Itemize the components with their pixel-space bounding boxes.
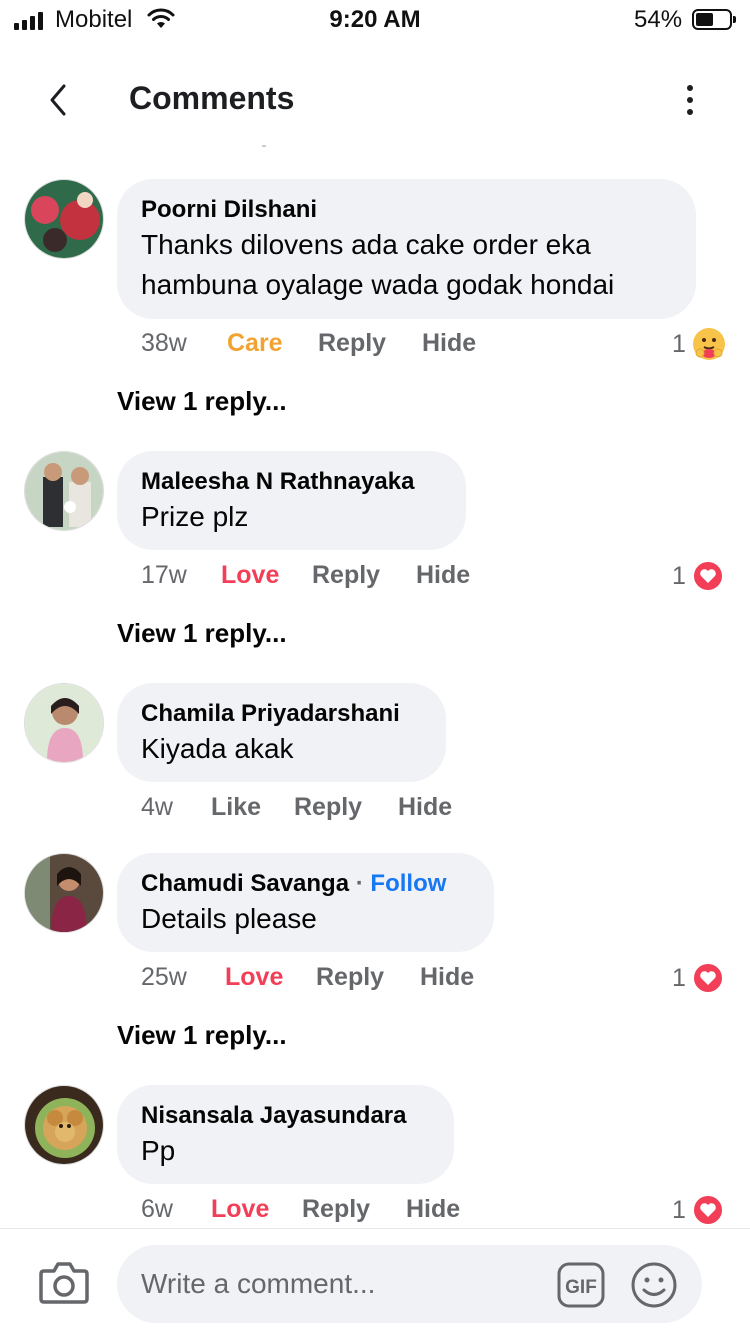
comment-text: Details please [141, 903, 317, 934]
reaction-summary[interactable]: 1 [672, 1193, 724, 1227]
chevron-left-icon [50, 84, 66, 116]
battery-percent: 54% [634, 6, 683, 33]
react-button[interactable]: Love [221, 561, 279, 590]
react-button[interactable]: Love [225, 963, 283, 992]
care-emoji-icon [692, 328, 725, 360]
reply-button[interactable]: Reply [294, 793, 362, 822]
hide-button[interactable]: Hide [398, 793, 452, 822]
comment-author[interactable]: Poorni Dilshani [141, 195, 672, 225]
reply-button[interactable]: Reply [316, 963, 384, 992]
react-button[interactable]: Care [227, 329, 283, 358]
comment-author[interactable]: Maleesha N Rathnayaka [141, 467, 442, 497]
camera-icon[interactable] [38, 1259, 90, 1305]
more-vertical-icon [687, 85, 693, 91]
svg-text:GIF: GIF [565, 1277, 597, 1298]
comment-time: 17w [141, 561, 187, 589]
avatar[interactable] [24, 1085, 104, 1165]
hide-button[interactable]: Hide [420, 963, 474, 992]
comment-time: 4w [141, 793, 173, 821]
status-bar: Mobitel 9:20 AM 54% [0, 0, 750, 40]
header: Comments [0, 60, 750, 140]
comment-author[interactable]: Nisansala Jayasundara [141, 1101, 430, 1131]
battery-icon [692, 9, 736, 30]
reply-button[interactable]: Reply [312, 561, 380, 590]
gif-icon[interactable]: GIF [557, 1262, 605, 1308]
hide-button[interactable]: Hide [406, 1195, 460, 1224]
page-title: Comments [129, 80, 295, 116]
reaction-count: 1 [672, 329, 686, 358]
hide-button[interactable]: Hide [422, 329, 476, 358]
comment-time: 38w [141, 329, 187, 357]
comment-time: 25w [141, 963, 187, 991]
reaction-summary[interactable]: 1 [672, 327, 726, 361]
emoji-icon[interactable] [630, 1261, 678, 1309]
comment-bubble[interactable]: Maleesha N Rathnayaka Prize plz [117, 451, 466, 550]
reaction-summary[interactable]: 1 [672, 961, 724, 995]
back-button[interactable] [36, 78, 80, 122]
comment-text: Pp [141, 1135, 176, 1166]
hide-button[interactable]: Hide [416, 561, 470, 590]
reaction-count: 1 [672, 561, 686, 590]
love-heart-icon [691, 1194, 724, 1226]
avatar[interactable] [24, 451, 104, 531]
react-button[interactable]: Like [211, 793, 261, 822]
scroll-indicator [262, 145, 266, 147]
comment-input[interactable] [117, 1245, 702, 1323]
react-button[interactable]: Love [211, 1195, 269, 1224]
love-heart-icon [691, 962, 724, 994]
follow-separator: · [355, 870, 364, 897]
comment-text: Kiyada akak [141, 733, 294, 764]
avatar[interactable] [24, 853, 104, 933]
follow-button[interactable]: Follow [370, 870, 446, 897]
reaction-count: 1 [672, 1195, 686, 1224]
reaction-count: 1 [672, 963, 686, 992]
comment-author[interactable]: Chamila Priyadarshani [141, 699, 422, 729]
comment-bubble[interactable]: Nisansala Jayasundara Pp [117, 1085, 454, 1184]
avatar[interactable] [24, 179, 104, 259]
more-options-button[interactable] [670, 78, 710, 122]
comment-text: hambuna oyalage wada godak hondai [141, 269, 615, 300]
comment-bubble[interactable]: Chamudi Savanga · Follow Details please [117, 853, 494, 952]
reply-button[interactable]: Reply [302, 1195, 370, 1224]
comment-time: 6w [141, 1195, 173, 1223]
comment-bubble[interactable]: Poorni Dilshani Thanks dilovens ada cake… [117, 179, 696, 319]
comment-text: Prize plz [141, 501, 249, 532]
comment-text: Thanks dilovens ada cake order eka [141, 229, 591, 260]
love-heart-icon [691, 560, 724, 592]
comment-author[interactable]: Chamudi Savanga [141, 870, 349, 897]
view-replies-link[interactable]: View 1 reply... [117, 618, 287, 649]
view-replies-link[interactable]: View 1 reply... [117, 1020, 287, 1051]
comment-bubble[interactable]: Chamila Priyadarshani Kiyada akak [117, 683, 446, 782]
comment-composer: GIF [0, 1228, 750, 1334]
reaction-summary[interactable]: 1 [672, 559, 724, 593]
comment-author-row: Chamudi Savanga · Follow [141, 869, 470, 899]
avatar[interactable] [24, 683, 104, 763]
reply-button[interactable]: Reply [318, 329, 386, 358]
view-replies-link[interactable]: View 1 reply... [117, 386, 287, 417]
